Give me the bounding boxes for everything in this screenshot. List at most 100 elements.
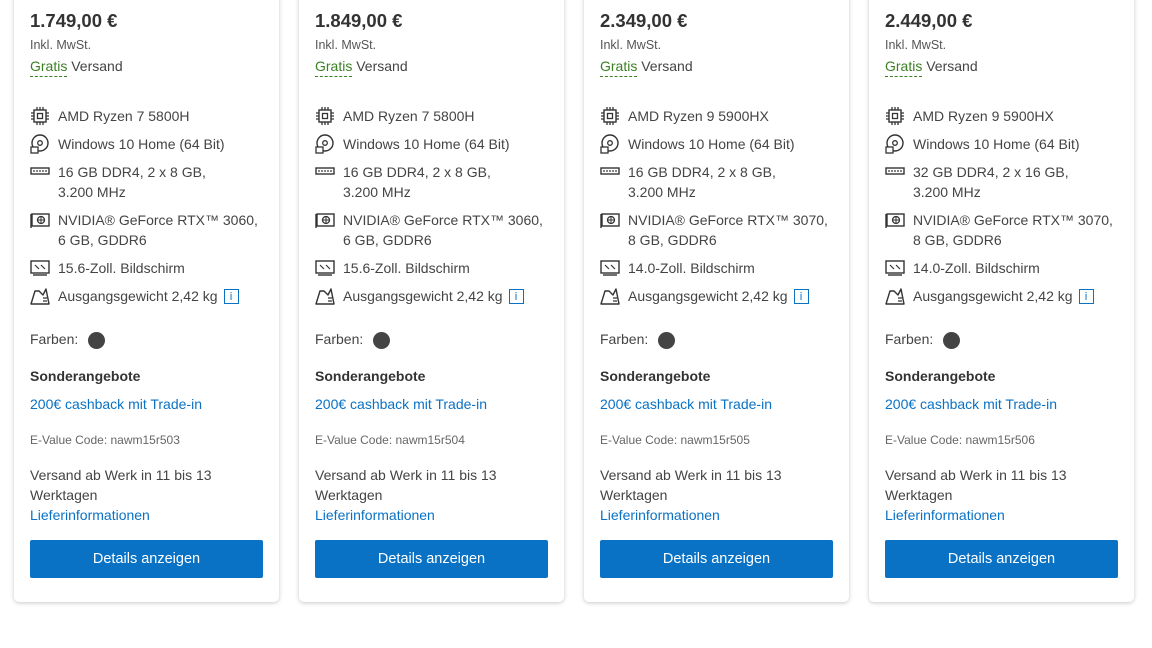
evalue-code: E-Value Code: nawm15r503 <box>30 433 180 447</box>
vat-note: Inkl. MwSt. <box>885 38 947 52</box>
delivery-info-link[interactable]: Lieferinformationen <box>885 505 1120 525</box>
color-options: Farben: <box>885 331 960 349</box>
spec-gpu-text: NVIDIA® GeForce RTX™ 3070, 8 GB, GDDR6 <box>913 212 1113 248</box>
spec-ram-text: 16 GB DDR4, 2 x 8 GB, 3.200 MHz <box>58 164 206 200</box>
details-button[interactable]: Details anzeigen <box>315 540 548 578</box>
delivery-info-link[interactable]: Lieferinformationen <box>30 505 265 525</box>
gratis-label[interactable]: Gratis <box>600 58 638 77</box>
weight-icon <box>30 288 50 305</box>
delivery-text: Versand ab Werk in 11 bis 13 <box>600 467 782 483</box>
color-swatch[interactable] <box>658 332 675 349</box>
product-card: 1.749,00 € Inkl. MwSt. Gratis Versand AM… <box>14 0 279 602</box>
cpu-icon <box>316 107 334 125</box>
cpu-icon <box>601 107 619 125</box>
spec-cpu-text: AMD Ryzen 9 5900HX <box>628 108 769 124</box>
product-card: 2.349,00 € Inkl. MwSt. Gratis Versand AM… <box>584 0 849 602</box>
memory-icon <box>600 167 620 175</box>
colors-label: Farben: <box>315 331 364 347</box>
delivery-text-2: Werktagen <box>315 487 383 503</box>
spec-ram-text: 16 GB DDR4, 2 x 8 GB, 3.200 MHz <box>628 164 776 200</box>
price: 2.349,00 € <box>600 10 688 31</box>
special-offers-heading: Sonderangebote <box>885 368 996 384</box>
cashback-link[interactable]: 200€ cashback mit Trade-in <box>315 396 487 412</box>
memory-icon <box>30 167 50 175</box>
graphics-card-icon <box>600 213 620 228</box>
delivery-text-2: Werktagen <box>30 487 98 503</box>
delivery-info-link[interactable]: Lieferinformationen <box>315 505 550 525</box>
spec-gpu-text: NVIDIA® GeForce RTX™ 3060, 6 GB, GDDR6 <box>58 212 258 248</box>
vat-note: Inkl. MwSt. <box>315 38 377 52</box>
cpu-icon <box>31 107 49 125</box>
cashback-link[interactable]: 200€ cashback mit Trade-in <box>885 396 1057 412</box>
gratis-label[interactable]: Gratis <box>30 58 68 77</box>
memory-icon <box>885 167 905 175</box>
weight-icon <box>315 288 335 305</box>
color-swatch[interactable] <box>373 332 390 349</box>
shipping-info: Gratis Versand <box>600 58 693 77</box>
delivery-info: Versand ab Werk in 11 bis 13 Werktagen L… <box>885 465 1120 525</box>
special-offers-heading: Sonderangebote <box>600 368 711 384</box>
color-options: Farben: <box>600 331 675 349</box>
delivery-text-2: Werktagen <box>885 487 953 503</box>
delivery-info: Versand ab Werk in 11 bis 13 Werktagen L… <box>30 465 265 525</box>
info-icon[interactable]: i <box>1078 289 1094 304</box>
colors-label: Farben: <box>885 331 934 347</box>
spec-os-text: Windows 10 Home (64 Bit) <box>58 136 225 152</box>
display-icon <box>315 260 335 276</box>
graphics-card-icon <box>30 213 50 228</box>
info-icon[interactable]: i <box>793 289 809 304</box>
spec-screen-text: 14.0-Zoll. Bildschirm <box>628 260 755 276</box>
spec-cpu-text: AMD Ryzen 7 5800H <box>58 108 190 124</box>
shipping-info: Gratis Versand <box>885 58 978 77</box>
special-offers-heading: Sonderangebote <box>315 368 426 384</box>
spec-screen-text: 15.6-Zoll. Bildschirm <box>58 260 185 276</box>
special-offers-heading: Sonderangebote <box>30 368 141 384</box>
disc-icon <box>30 134 49 154</box>
price: 2.449,00 € <box>885 10 973 31</box>
display-icon <box>885 260 905 276</box>
spec-weight-text: Ausgangsgewicht 2,42 kg i <box>58 286 268 306</box>
spec-weight-text: Ausgangsgewicht 2,42 kg i <box>343 286 553 306</box>
memory-icon <box>315 167 335 175</box>
color-options: Farben: <box>30 331 105 349</box>
disc-icon <box>315 134 334 154</box>
disc-icon <box>600 134 619 154</box>
spec-ram-text: 32 GB DDR4, 2 x 16 GB, 3.200 MHz <box>913 164 1069 200</box>
delivery-text: Versand ab Werk in 11 bis 13 <box>315 467 497 483</box>
cashback-link[interactable]: 200€ cashback mit Trade-in <box>30 396 202 412</box>
gratis-label[interactable]: Gratis <box>885 58 923 77</box>
delivery-info: Versand ab Werk in 11 bis 13 Werktagen L… <box>600 465 835 525</box>
evalue-code: E-Value Code: nawm15r505 <box>600 433 750 447</box>
delivery-text-2: Werktagen <box>600 487 668 503</box>
color-swatch[interactable] <box>943 332 960 349</box>
weight-icon <box>885 288 905 305</box>
spec-screen-text: 15.6-Zoll. Bildschirm <box>343 260 470 276</box>
spec-weight-text: Ausgangsgewicht 2,42 kg i <box>913 286 1123 306</box>
color-swatch[interactable] <box>88 332 105 349</box>
spec-os-text: Windows 10 Home (64 Bit) <box>913 136 1080 152</box>
gratis-label[interactable]: Gratis <box>315 58 353 77</box>
price: 1.849,00 € <box>315 10 403 31</box>
price: 1.749,00 € <box>30 10 118 31</box>
info-icon[interactable]: i <box>223 289 239 304</box>
versand-label: Versand <box>71 58 123 74</box>
color-options: Farben: <box>315 331 390 349</box>
delivery-text: Versand ab Werk in 11 bis 13 <box>885 467 1067 483</box>
spec-weight-text: Ausgangsgewicht 2,42 kg i <box>628 286 838 306</box>
details-button[interactable]: Details anzeigen <box>30 540 263 578</box>
delivery-info: Versand ab Werk in 11 bis 13 Werktagen L… <box>315 465 550 525</box>
spec-gpu-text: NVIDIA® GeForce RTX™ 3070, 8 GB, GDDR6 <box>628 212 828 248</box>
versand-label: Versand <box>356 58 408 74</box>
delivery-info-link[interactable]: Lieferinformationen <box>600 505 835 525</box>
evalue-code: E-Value Code: nawm15r504 <box>315 433 465 447</box>
shipping-info: Gratis Versand <box>30 58 123 77</box>
details-button[interactable]: Details anzeigen <box>885 540 1118 578</box>
spec-cpu-text: AMD Ryzen 7 5800H <box>343 108 475 124</box>
display-icon <box>600 260 620 276</box>
graphics-card-icon <box>315 213 335 228</box>
colors-label: Farben: <box>30 331 79 347</box>
vat-note: Inkl. MwSt. <box>600 38 662 52</box>
cashback-link[interactable]: 200€ cashback mit Trade-in <box>600 396 772 412</box>
info-icon[interactable]: i <box>508 289 524 304</box>
details-button[interactable]: Details anzeigen <box>600 540 833 578</box>
